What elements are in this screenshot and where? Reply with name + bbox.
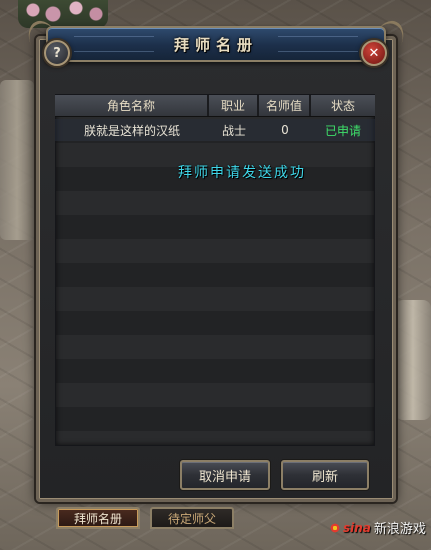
- stone-pillar-left: [0, 80, 34, 240]
- mentor-list-area[interactable]: [55, 94, 375, 446]
- title-ornament-left: [74, 36, 154, 52]
- sina-games-watermark: sina 新浪游戏: [330, 518, 426, 537]
- close-icon: ✕: [368, 45, 380, 61]
- column-header-class[interactable]: 职业: [209, 95, 259, 116]
- table-row[interactable]: 朕就是这样的汉纸 战士 0 已申请: [55, 119, 375, 141]
- cancel-application-button[interactable]: 取消申请: [180, 460, 270, 490]
- stone-pillar-right: [395, 300, 431, 420]
- watermark-text: 新浪游戏: [373, 522, 426, 537]
- window-title: 拜师名册: [173, 35, 258, 54]
- sina-eye-icon: [330, 522, 340, 533]
- column-header-status[interactable]: 状态: [311, 95, 375, 116]
- column-header-name[interactable]: 角色名称: [55, 95, 209, 116]
- window-title-bar[interactable]: 拜师名册: [46, 26, 386, 62]
- help-button[interactable]: ?: [44, 40, 70, 66]
- table-header: 角色名称 职业 名师值 状态: [55, 95, 375, 117]
- close-button[interactable]: ✕: [361, 40, 387, 66]
- help-icon: ?: [53, 45, 61, 61]
- cell-mentor-value: 0: [281, 123, 289, 137]
- cell-character-name: 朕就是这样的汉纸: [83, 123, 180, 138]
- tab-mentor-register[interactable]: 拜师名册: [56, 507, 140, 529]
- refresh-button[interactable]: 刷新: [281, 460, 369, 490]
- column-header-mentor-value[interactable]: 名师值: [259, 95, 311, 116]
- title-ornament-right: [278, 36, 358, 52]
- tab-pending-master[interactable]: 待定师父: [150, 507, 234, 529]
- cell-status: 已申请: [324, 123, 361, 138]
- watermark-brand: sina: [343, 520, 371, 535]
- cell-class: 战士: [221, 123, 246, 138]
- success-notice: 拜师申请发送成功: [178, 165, 306, 181]
